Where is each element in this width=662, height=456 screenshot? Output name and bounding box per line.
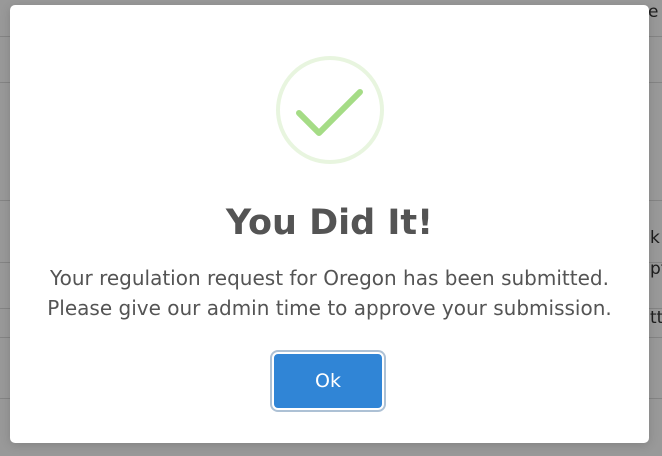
dialog-title: You Did It! [225,203,434,243]
success-dialog: You Did It! Your regulation request for … [10,5,649,443]
dialog-message: Your regulation request for Oregon has b… [10,263,649,323]
page: e F k pt tt You Did It! Your regulation … [0,0,662,456]
ok-button[interactable]: Ok [274,354,382,408]
dialog-message-line: Please give our admin time to approve yo… [47,296,612,320]
dialog-message-line: Your regulation request for Oregon has b… [50,266,609,290]
success-checkmark-icon [275,55,385,165]
